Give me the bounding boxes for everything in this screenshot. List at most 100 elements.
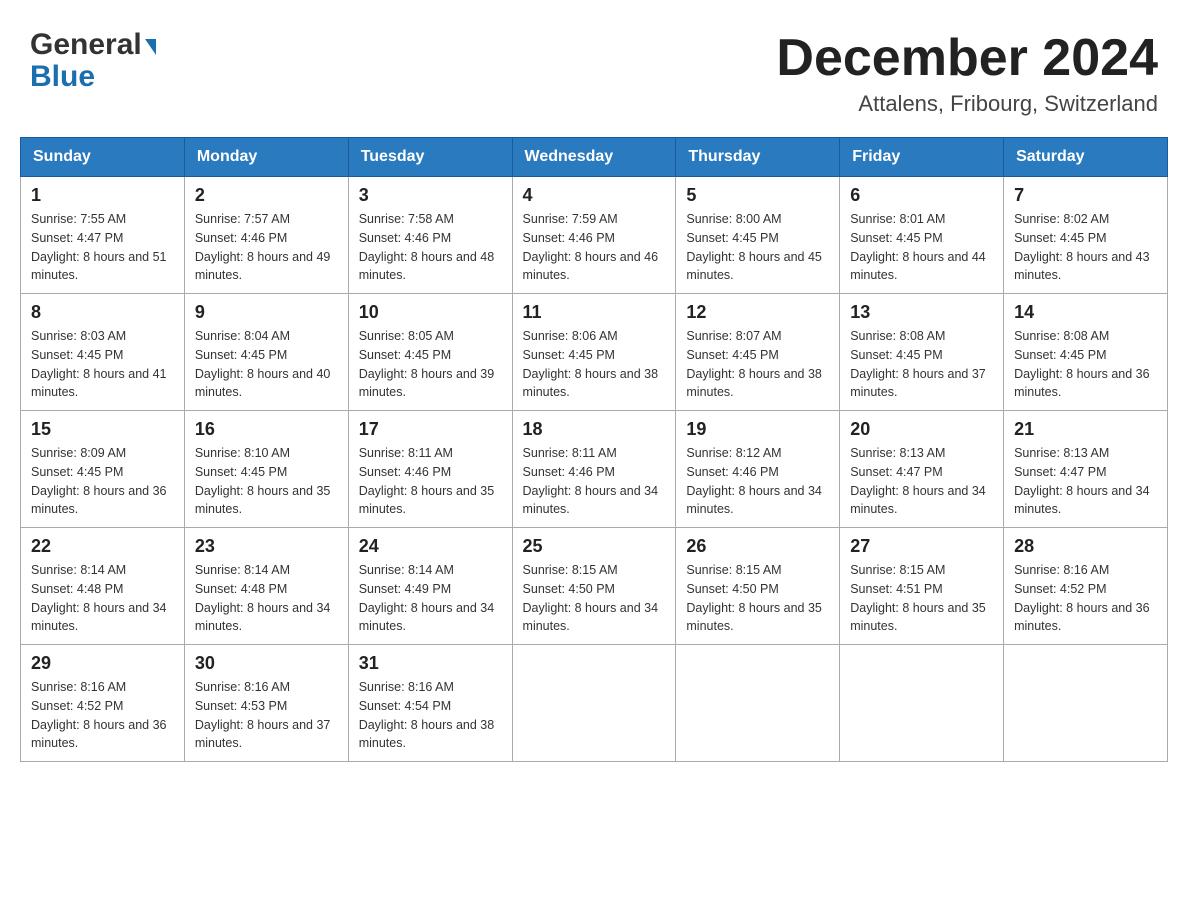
table-row: 17 Sunrise: 8:11 AMSunset: 4:46 PMDaylig… (348, 411, 512, 528)
day-number: 23 (195, 536, 338, 557)
day-number: 1 (31, 185, 174, 206)
subtitle: Attalens, Fribourg, Switzerland (776, 91, 1158, 117)
day-info: Sunrise: 8:07 AMSunset: 4:45 PMDaylight:… (686, 329, 822, 399)
day-info: Sunrise: 8:13 AMSunset: 4:47 PMDaylight:… (850, 446, 986, 516)
calendar-week-row: 15 Sunrise: 8:09 AMSunset: 4:45 PMDaylig… (21, 411, 1168, 528)
day-number: 18 (523, 419, 666, 440)
day-number: 13 (850, 302, 993, 323)
logo: General Blue (30, 30, 156, 94)
col-friday: Friday (840, 138, 1004, 177)
day-info: Sunrise: 8:08 AMSunset: 4:45 PMDaylight:… (1014, 329, 1150, 399)
day-number: 11 (523, 302, 666, 323)
col-saturday: Saturday (1004, 138, 1168, 177)
day-info: Sunrise: 8:09 AMSunset: 4:45 PMDaylight:… (31, 446, 167, 516)
day-info: Sunrise: 8:16 AMSunset: 4:53 PMDaylight:… (195, 680, 331, 750)
col-thursday: Thursday (676, 138, 840, 177)
day-number: 28 (1014, 536, 1157, 557)
day-info: Sunrise: 8:16 AMSunset: 4:54 PMDaylight:… (359, 680, 495, 750)
day-info: Sunrise: 8:14 AMSunset: 4:49 PMDaylight:… (359, 563, 495, 633)
calendar-week-row: 22 Sunrise: 8:14 AMSunset: 4:48 PMDaylig… (21, 528, 1168, 645)
day-number: 26 (686, 536, 829, 557)
table-row: 8 Sunrise: 8:03 AMSunset: 4:45 PMDayligh… (21, 294, 185, 411)
title-section: December 2024 Attalens, Fribourg, Switze… (776, 30, 1158, 117)
day-info: Sunrise: 7:57 AMSunset: 4:46 PMDaylight:… (195, 212, 331, 282)
day-info: Sunrise: 8:00 AMSunset: 4:45 PMDaylight:… (686, 212, 822, 282)
day-number: 4 (523, 185, 666, 206)
col-wednesday: Wednesday (512, 138, 676, 177)
day-info: Sunrise: 8:15 AMSunset: 4:50 PMDaylight:… (686, 563, 822, 633)
day-info: Sunrise: 8:08 AMSunset: 4:45 PMDaylight:… (850, 329, 986, 399)
col-monday: Monday (184, 138, 348, 177)
table-row (1004, 645, 1168, 762)
table-row: 16 Sunrise: 8:10 AMSunset: 4:45 PMDaylig… (184, 411, 348, 528)
table-row: 22 Sunrise: 8:14 AMSunset: 4:48 PMDaylig… (21, 528, 185, 645)
day-info: Sunrise: 8:11 AMSunset: 4:46 PMDaylight:… (523, 446, 659, 516)
table-row: 11 Sunrise: 8:06 AMSunset: 4:45 PMDaylig… (512, 294, 676, 411)
day-number: 22 (31, 536, 174, 557)
day-number: 29 (31, 653, 174, 674)
page-header: General Blue December 2024 Attalens, Fri… (20, 20, 1168, 117)
table-row: 4 Sunrise: 7:59 AMSunset: 4:46 PMDayligh… (512, 177, 676, 294)
table-row: 15 Sunrise: 8:09 AMSunset: 4:45 PMDaylig… (21, 411, 185, 528)
calendar-week-row: 29 Sunrise: 8:16 AMSunset: 4:52 PMDaylig… (21, 645, 1168, 762)
day-info: Sunrise: 8:15 AMSunset: 4:50 PMDaylight:… (523, 563, 659, 633)
day-info: Sunrise: 8:02 AMSunset: 4:45 PMDaylight:… (1014, 212, 1150, 282)
col-sunday: Sunday (21, 138, 185, 177)
day-info: Sunrise: 7:59 AMSunset: 4:46 PMDaylight:… (523, 212, 659, 282)
table-row (840, 645, 1004, 762)
table-row: 20 Sunrise: 8:13 AMSunset: 4:47 PMDaylig… (840, 411, 1004, 528)
day-info: Sunrise: 8:14 AMSunset: 4:48 PMDaylight:… (31, 563, 167, 633)
table-row (512, 645, 676, 762)
table-row: 23 Sunrise: 8:14 AMSunset: 4:48 PMDaylig… (184, 528, 348, 645)
logo-general-text: General (30, 30, 142, 60)
col-tuesday: Tuesday (348, 138, 512, 177)
day-info: Sunrise: 8:16 AMSunset: 4:52 PMDaylight:… (1014, 563, 1150, 633)
day-number: 5 (686, 185, 829, 206)
day-number: 24 (359, 536, 502, 557)
day-info: Sunrise: 8:05 AMSunset: 4:45 PMDaylight:… (359, 329, 495, 399)
day-number: 31 (359, 653, 502, 674)
table-row: 29 Sunrise: 8:16 AMSunset: 4:52 PMDaylig… (21, 645, 185, 762)
day-info: Sunrise: 7:58 AMSunset: 4:46 PMDaylight:… (359, 212, 495, 282)
day-info: Sunrise: 8:16 AMSunset: 4:52 PMDaylight:… (31, 680, 167, 750)
main-title: December 2024 (776, 30, 1158, 87)
table-row: 14 Sunrise: 8:08 AMSunset: 4:45 PMDaylig… (1004, 294, 1168, 411)
day-info: Sunrise: 8:06 AMSunset: 4:45 PMDaylight:… (523, 329, 659, 399)
table-row: 2 Sunrise: 7:57 AMSunset: 4:46 PMDayligh… (184, 177, 348, 294)
table-row: 10 Sunrise: 8:05 AMSunset: 4:45 PMDaylig… (348, 294, 512, 411)
table-row: 1 Sunrise: 7:55 AMSunset: 4:47 PMDayligh… (21, 177, 185, 294)
table-row: 26 Sunrise: 8:15 AMSunset: 4:50 PMDaylig… (676, 528, 840, 645)
calendar-header-row: Sunday Monday Tuesday Wednesday Thursday… (21, 138, 1168, 177)
day-info: Sunrise: 8:10 AMSunset: 4:45 PMDaylight:… (195, 446, 331, 516)
day-number: 9 (195, 302, 338, 323)
day-number: 17 (359, 419, 502, 440)
day-number: 12 (686, 302, 829, 323)
table-row: 25 Sunrise: 8:15 AMSunset: 4:50 PMDaylig… (512, 528, 676, 645)
day-info: Sunrise: 7:55 AMSunset: 4:47 PMDaylight:… (31, 212, 167, 282)
table-row: 7 Sunrise: 8:02 AMSunset: 4:45 PMDayligh… (1004, 177, 1168, 294)
day-info: Sunrise: 8:13 AMSunset: 4:47 PMDaylight:… (1014, 446, 1150, 516)
day-number: 16 (195, 419, 338, 440)
logo-triangle-icon (145, 39, 156, 55)
day-info: Sunrise: 8:03 AMSunset: 4:45 PMDaylight:… (31, 329, 167, 399)
day-number: 2 (195, 185, 338, 206)
table-row: 5 Sunrise: 8:00 AMSunset: 4:45 PMDayligh… (676, 177, 840, 294)
table-row: 9 Sunrise: 8:04 AMSunset: 4:45 PMDayligh… (184, 294, 348, 411)
day-info: Sunrise: 8:15 AMSunset: 4:51 PMDaylight:… (850, 563, 986, 633)
day-number: 25 (523, 536, 666, 557)
day-info: Sunrise: 8:14 AMSunset: 4:48 PMDaylight:… (195, 563, 331, 633)
table-row: 30 Sunrise: 8:16 AMSunset: 4:53 PMDaylig… (184, 645, 348, 762)
day-number: 27 (850, 536, 993, 557)
day-info: Sunrise: 8:04 AMSunset: 4:45 PMDaylight:… (195, 329, 331, 399)
table-row: 31 Sunrise: 8:16 AMSunset: 4:54 PMDaylig… (348, 645, 512, 762)
table-row: 24 Sunrise: 8:14 AMSunset: 4:49 PMDaylig… (348, 528, 512, 645)
calendar-week-row: 8 Sunrise: 8:03 AMSunset: 4:45 PMDayligh… (21, 294, 1168, 411)
table-row: 19 Sunrise: 8:12 AMSunset: 4:46 PMDaylig… (676, 411, 840, 528)
day-number: 19 (686, 419, 829, 440)
day-info: Sunrise: 8:12 AMSunset: 4:46 PMDaylight:… (686, 446, 822, 516)
table-row: 3 Sunrise: 7:58 AMSunset: 4:46 PMDayligh… (348, 177, 512, 294)
day-number: 21 (1014, 419, 1157, 440)
day-number: 30 (195, 653, 338, 674)
day-number: 6 (850, 185, 993, 206)
table-row: 18 Sunrise: 8:11 AMSunset: 4:46 PMDaylig… (512, 411, 676, 528)
